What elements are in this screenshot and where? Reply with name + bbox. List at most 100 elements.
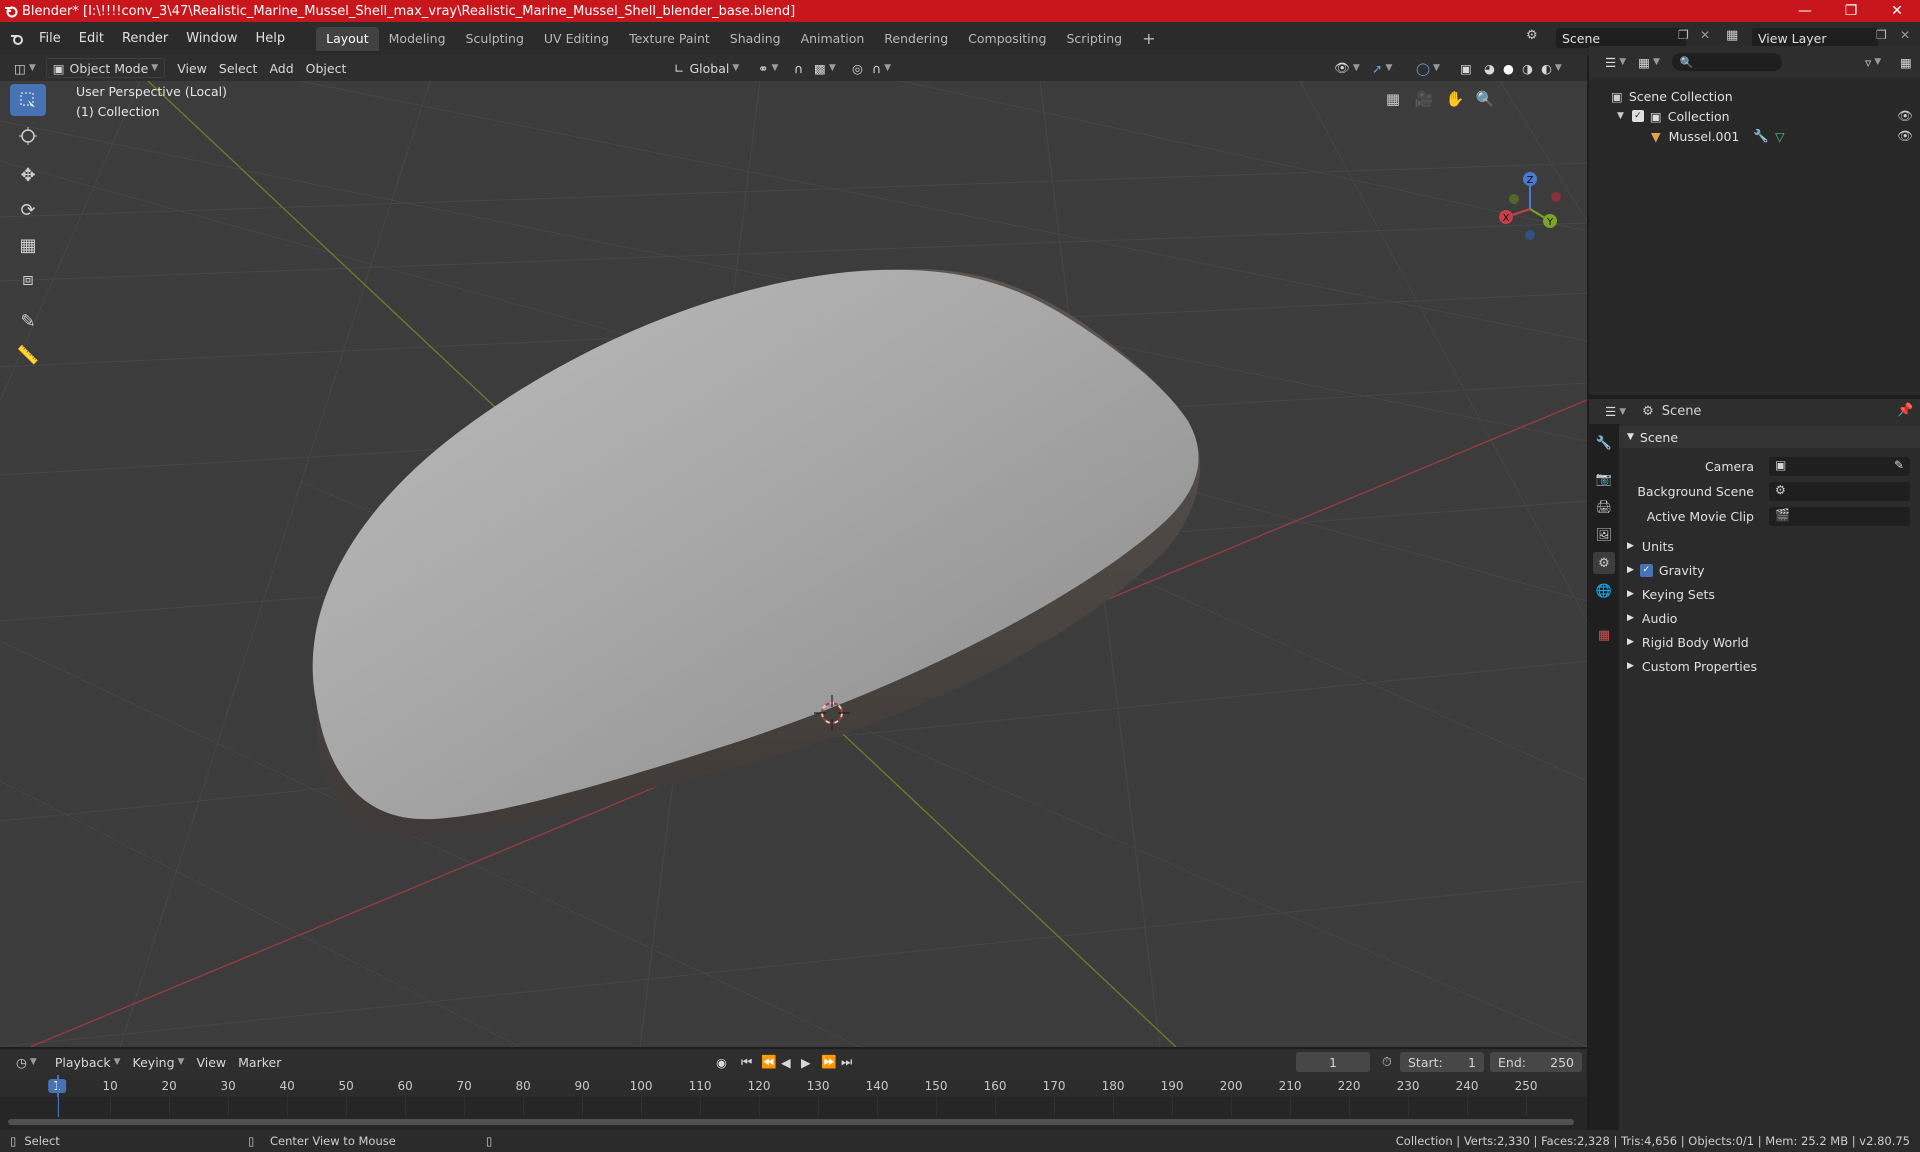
- add-workspace-icon[interactable]: +: [1132, 27, 1165, 51]
- measure-icon[interactable]: 📏: [10, 339, 46, 371]
- snap-target-icon[interactable]: ▩ ▼: [808, 58, 842, 78]
- new-scene-icon[interactable]: ❐: [1678, 28, 1689, 42]
- minimize-icon[interactable]: —: [1782, 0, 1828, 22]
- visibility-icon[interactable]: 👁 ▼: [1328, 58, 1366, 78]
- tab-animation[interactable]: Animation: [791, 27, 875, 51]
- delete-view-layer-icon[interactable]: ✕: [1900, 28, 1910, 42]
- scene-selector-icon[interactable]: ⚙: [1526, 28, 1538, 43]
- tab-shading[interactable]: Shading: [720, 27, 791, 51]
- menu-help[interactable]: Help: [247, 27, 295, 51]
- mode-dropdown[interactable]: ▣ Object Mode ▼: [45, 58, 166, 78]
- tab-texture-paint[interactable]: Texture Paint: [619, 27, 720, 51]
- scene-tab-icon[interactable]: ⚙: [1593, 552, 1615, 574]
- world-tab-icon[interactable]: 🌐: [1593, 580, 1615, 602]
- display-mode-icon[interactable]: ▦ ▼: [1632, 52, 1666, 72]
- view-layer-icon[interactable]: ▦: [1726, 28, 1738, 43]
- timeline-scrollbar[interactable]: [8, 1119, 1574, 1125]
- play-reverse-icon[interactable]: ◀: [775, 1052, 797, 1072]
- move-icon[interactable]: ✥: [10, 159, 46, 191]
- xray-icon[interactable]: ▣: [1454, 58, 1478, 78]
- tab-modeling[interactable]: Modeling: [379, 27, 456, 51]
- expand-arrow-icon[interactable]: ▼: [1617, 111, 1624, 121]
- menu-playback[interactable]: Playback ▼: [49, 1052, 127, 1072]
- menu-file[interactable]: File: [30, 27, 70, 51]
- cursor-icon[interactable]: [10, 120, 46, 152]
- tool-tab-icon[interactable]: 🔧: [1593, 432, 1615, 454]
- menu-add[interactable]: Add: [263, 58, 299, 78]
- menu-view[interactable]: View: [171, 58, 213, 78]
- scene-panel-header[interactable]: ▼ Scene: [1619, 426, 1920, 448]
- falloff-icon[interactable]: ∩ ▼: [866, 58, 897, 78]
- close-icon[interactable]: ✕: [1874, 0, 1920, 22]
- orientation-dropdown[interactable]: ∟ Global ▼: [668, 58, 745, 78]
- menu-keying[interactable]: Keying ▼: [127, 1052, 191, 1072]
- restore-icon[interactable]: ❐: [1828, 0, 1874, 22]
- outliner-row-collection[interactable]: ▼ ✓ ▣ Collection 👁: [1589, 106, 1920, 126]
- play-icon[interactable]: ▶: [795, 1052, 817, 1072]
- menu-timeline-view[interactable]: View: [190, 1052, 232, 1072]
- new-view-layer-icon[interactable]: ❐: [1876, 28, 1887, 42]
- custom-properties-panel[interactable]: ▶ Custom Properties: [1619, 655, 1920, 677]
- start-frame-field[interactable]: Start: 1: [1400, 1052, 1484, 1072]
- scene-name-field[interactable]: Scene: [1556, 28, 1686, 48]
- eyedropper-icon[interactable]: ✎: [1894, 458, 1904, 472]
- audio-panel[interactable]: ▶ Audio: [1619, 607, 1920, 629]
- filter-icon[interactable]: ▿ ▼: [1859, 52, 1887, 72]
- tab-layout[interactable]: Layout: [316, 26, 379, 51]
- delete-scene-icon[interactable]: ✕: [1700, 28, 1710, 42]
- transform-icon[interactable]: ⧈: [10, 263, 46, 295]
- tab-compositing[interactable]: Compositing: [958, 27, 1056, 51]
- toggle-perspective-icon[interactable]: ▦: [1380, 86, 1406, 112]
- pin-icon[interactable]: 📌: [1897, 403, 1913, 418]
- gizmo-toggle-icon[interactable]: ➚ ▼: [1366, 58, 1398, 78]
- collection-checkbox[interactable]: ✓: [1631, 110, 1644, 122]
- outliner-editor-icon[interactable]: ☰ ▼: [1599, 52, 1632, 72]
- view-layer-field[interactable]: View Layer: [1752, 28, 1878, 48]
- timeline-editor-icon[interactable]: ◷ ▼: [10, 1052, 43, 1072]
- jump-end-icon[interactable]: ⏭: [835, 1052, 858, 1072]
- rigid-body-world-panel[interactable]: ▶ Rigid Body World: [1619, 631, 1920, 653]
- pivot-icon[interactable]: ⚭ ▼: [752, 58, 784, 78]
- view-layer-tab-icon[interactable]: 🖼: [1593, 524, 1615, 546]
- blender-menu-icon[interactable]: [0, 27, 30, 51]
- gravity-panel[interactable]: ▶ ✓ Gravity: [1619, 559, 1920, 581]
- outliner-row-mussel[interactable]: ▼ Mussel.001 🔧 ▽ 👁: [1589, 126, 1920, 146]
- background-scene-input[interactable]: ⚙: [1769, 482, 1910, 501]
- collection-visibility-icon[interactable]: 👁: [1897, 108, 1913, 124]
- mesh-data-icon[interactable]: ▽: [1775, 129, 1785, 144]
- outliner-row-scene-collection[interactable]: ▣ Scene Collection: [1589, 86, 1920, 106]
- menu-select[interactable]: Select: [213, 58, 264, 78]
- new-collection-icon[interactable]: ▦: [1894, 52, 1918, 72]
- timeline-body[interactable]: 1102030405060708090100110120130140150160…: [0, 1075, 1587, 1130]
- 3d-viewport[interactable]: Z Y X ✥ ⟳ ▦ ⧈ ✎ 📏 User Perspective (Loca…: [0, 81, 1587, 1047]
- properties-editor-icon[interactable]: ☰ ▼: [1599, 402, 1632, 422]
- preview-range-icon[interactable]: ⏱: [1376, 1052, 1398, 1072]
- texture-tab-icon[interactable]: ▦: [1593, 624, 1615, 646]
- menu-marker[interactable]: Marker: [232, 1052, 287, 1072]
- gravity-checkbox[interactable]: ✓: [1639, 563, 1653, 577]
- tab-sculpting[interactable]: Sculpting: [456, 27, 534, 51]
- snap-icon[interactable]: ∩: [788, 58, 809, 78]
- rotate-icon[interactable]: ⟳: [10, 194, 46, 226]
- annotate-icon[interactable]: ✎: [10, 305, 46, 337]
- render-tab-icon[interactable]: 📷: [1593, 468, 1615, 490]
- modifier-icon[interactable]: 🔧: [1753, 128, 1769, 144]
- units-panel[interactable]: ▶ Units: [1619, 535, 1920, 557]
- record-icon[interactable]: ◉: [710, 1052, 733, 1072]
- menu-window[interactable]: Window: [177, 27, 246, 51]
- object-visibility-icon[interactable]: 👁: [1897, 128, 1913, 144]
- rendered-shading-icon[interactable]: ◐ ▼: [1535, 58, 1568, 78]
- outliner-search-input[interactable]: 🔍: [1671, 53, 1782, 71]
- movie-clip-input[interactable]: 🎬: [1769, 507, 1910, 526]
- current-frame-field[interactable]: 1: [1296, 1052, 1370, 1072]
- zoom-view-icon[interactable]: 🔍: [1472, 86, 1498, 112]
- frame-ruler[interactable]: 1102030405060708090100110120130140150160…: [0, 1075, 1587, 1097]
- menu-edit[interactable]: Edit: [70, 27, 113, 51]
- camera-input[interactable]: ▣ ✎: [1769, 457, 1910, 476]
- scale-icon[interactable]: ▦: [10, 229, 46, 261]
- menu-render[interactable]: Render: [113, 27, 177, 51]
- tab-uv-editing[interactable]: UV Editing: [534, 27, 619, 51]
- tab-scripting[interactable]: Scripting: [1057, 27, 1133, 51]
- keying-sets-panel[interactable]: ▶ Keying Sets: [1619, 583, 1920, 605]
- end-frame-field[interactable]: End: 250: [1490, 1052, 1582, 1072]
